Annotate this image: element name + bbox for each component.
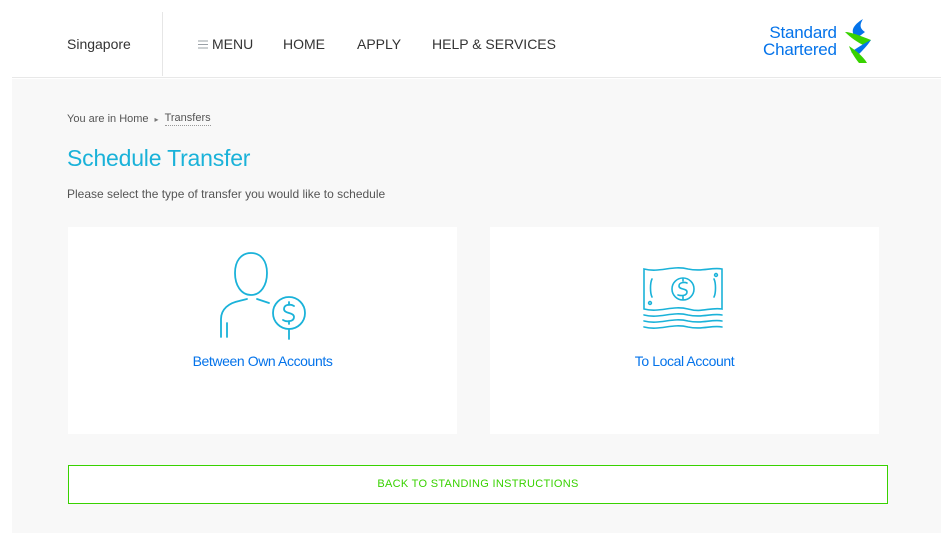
back-to-standing-instructions-button[interactable]: BACK TO STANDING INSTRUCTIONS	[68, 465, 888, 504]
standard-chartered-logo[interactable]: Standard Chartered	[763, 18, 875, 64]
person-dollar-icon	[220, 252, 306, 340]
option-between-own-accounts[interactable]: Between Own Accounts	[68, 227, 457, 434]
page-subtitle: Please select the type of transfer you w…	[67, 187, 386, 201]
banknote-icon	[643, 267, 723, 329]
nav-home[interactable]: HOME	[283, 36, 325, 52]
option-label: Between Own Accounts	[192, 353, 333, 369]
header-divider	[162, 12, 163, 76]
hamburger-icon	[198, 40, 208, 48]
logo-mark-icon	[844, 19, 871, 63]
site-header: Singapore MENU HOME APPLY HELP & SERVICE…	[12, 0, 941, 78]
menu-label: MENU	[212, 36, 254, 52]
option-label: To Local Account	[634, 353, 735, 369]
nav-apply[interactable]: APPLY	[357, 36, 401, 52]
breadcrumb-separator-icon: ▸	[154, 114, 159, 124]
breadcrumb-prefix: You are in Home	[67, 113, 149, 125]
breadcrumb-current[interactable]: Transfers	[164, 112, 211, 126]
option-to-local-account[interactable]: To Local Account	[490, 227, 879, 434]
main-content: You are in Home ▸ Transfers Schedule Tra…	[12, 79, 941, 533]
logo-line-1: Standard	[769, 23, 837, 42]
region-selector[interactable]: Singapore	[67, 36, 131, 52]
nav-help-services[interactable]: HELP & SERVICES	[432, 36, 556, 52]
logo-text: Standard Chartered	[763, 24, 837, 58]
breadcrumb: You are in Home ▸ Transfers	[67, 112, 211, 126]
page-title: Schedule Transfer	[67, 145, 251, 171]
menu-button[interactable]: MENU	[198, 36, 253, 52]
logo-line-2: Chartered	[763, 40, 837, 59]
